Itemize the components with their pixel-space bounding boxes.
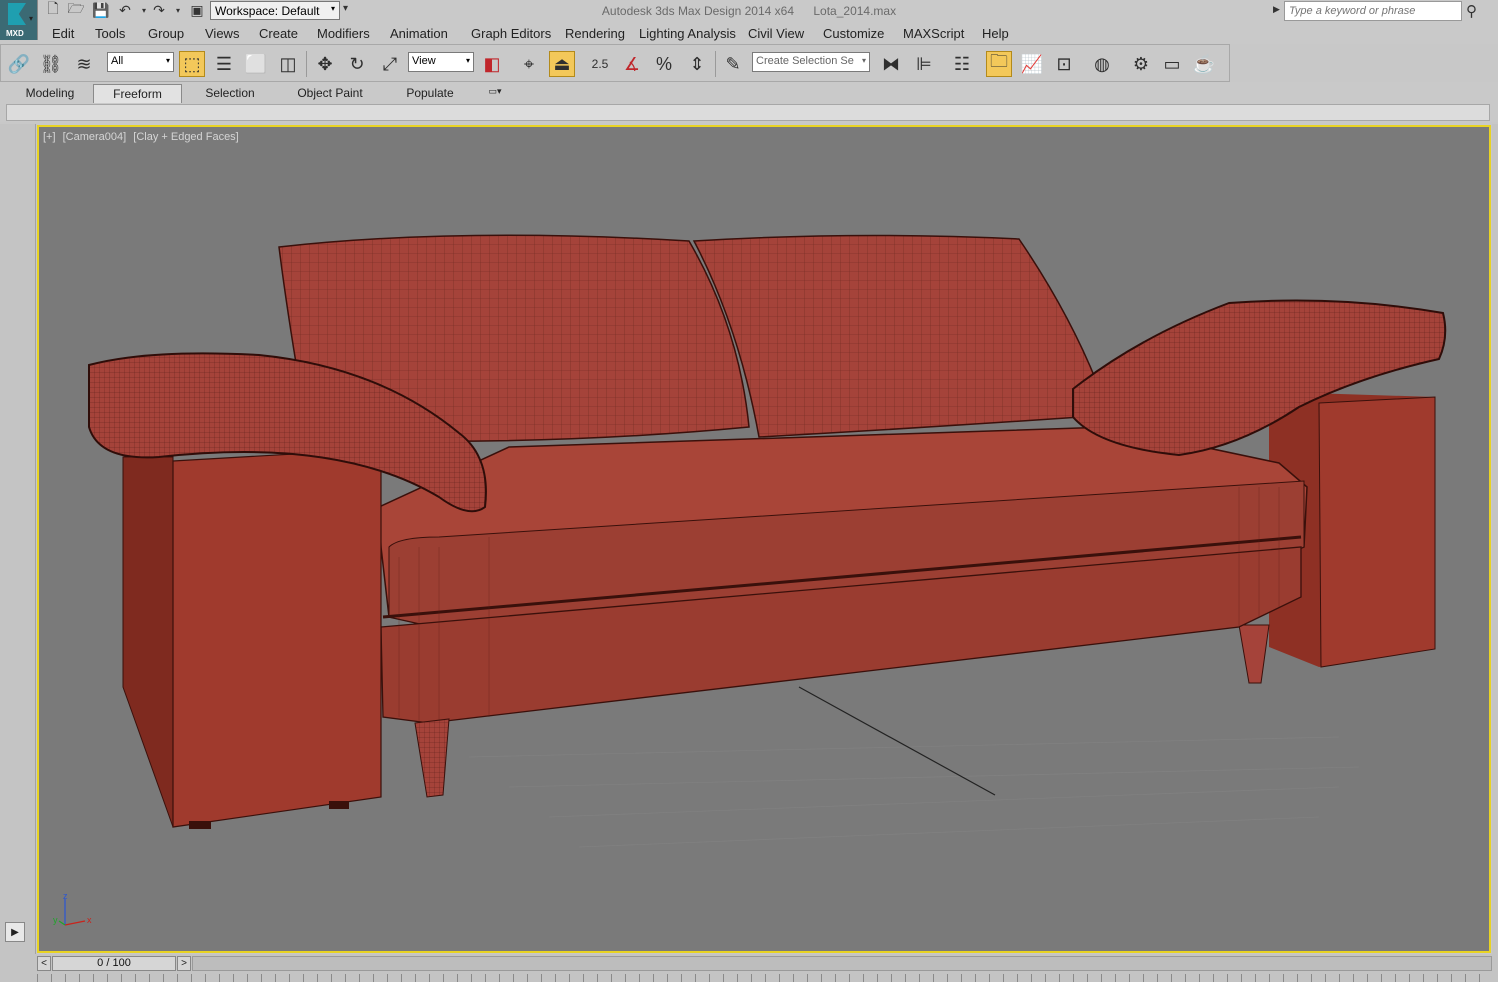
ground-grid [468,736,1360,848]
ribbon-tab-bar: Modeling Freeform Selection Object Paint… [0,82,1498,104]
menu-bar: Edit Tools Group Views Create Modifiers … [38,22,1498,44]
chevron-down-icon: ▾ [465,56,470,65]
menu-maxscript[interactable]: MAXScript [903,26,964,41]
edit-named-selection-icon[interactable]: ✎ [720,51,746,77]
pivot-center-icon[interactable]: ◧ [479,51,505,77]
angle-snap-icon[interactable]: ∡ [619,51,645,77]
time-slider-bar: < 0 / 100 > [0,954,1498,972]
track-ruler [37,974,1492,982]
menu-civil-view[interactable]: Civil View [748,26,804,41]
select-object-icon[interactable]: ⬚ [179,51,205,77]
menu-lighting-analysis[interactable]: Lighting Analysis [639,26,736,41]
menu-tools[interactable]: Tools [95,26,125,41]
viewport-scene: z x y [53,234,1447,926]
axis-y-label: y [53,915,58,925]
viewport-shading-label[interactable]: [Clay + Edged Faces] [133,131,238,143]
time-next-button[interactable]: > [177,956,191,971]
viewport-right-strip [1492,124,1498,954]
file-name: Lota_2014.max [813,4,897,18]
toolbar-divider [306,51,307,77]
percent-snap-icon[interactable]: % [651,51,677,77]
menu-group[interactable]: Group [148,26,184,41]
viewport-label[interactable]: [+] [Camera004] [Clay + Edged Faces] [43,131,243,143]
menu-rendering[interactable]: Rendering [565,26,625,41]
reference-coordinate-value: View [412,55,436,67]
seat-cushion [378,426,1308,724]
caret-right-icon[interactable]: ▶ [1273,4,1280,15]
material-editor-icon[interactable]: ◍ [1089,51,1115,77]
render-setup-icon[interactable]: ⚙ [1128,51,1154,77]
named-selection-placeholder: Create Selection Se [756,55,854,67]
app-logo-text: MXD [6,29,24,38]
manipulate-icon[interactable]: ⌖ [516,51,542,77]
scene-explorer-icon[interactable]: 🗀 [986,51,1012,77]
snap-value: 2.5 [591,57,609,71]
menu-customize[interactable]: Customize [823,26,884,41]
menu-animation[interactable]: Animation [390,26,448,41]
axis-z-label: z [63,891,68,901]
curve-editor-icon[interactable]: 📈 [1019,51,1045,77]
chevron-down-icon: ▾ [165,56,170,65]
search-input[interactable] [1284,1,1462,21]
spinner-snap-icon[interactable]: ⇕ [684,51,710,77]
rendered-frame-window-icon[interactable]: ▭ [1159,51,1185,77]
schematic-view-icon[interactable]: ⊡ [1051,51,1077,77]
selection-filter-dropdown[interactable]: All ▾ [107,52,174,72]
ribbon-panel [6,104,1490,121]
ribbon-panel-strip [0,104,1498,122]
play-expand-icon[interactable]: ▶ [5,922,25,942]
select-and-rotate-icon[interactable]: ↻ [344,51,370,77]
tab-freeform[interactable]: Freeform [93,84,182,103]
snaps-toggle-icon[interactable]: 2.5 [587,51,613,77]
time-slider-track[interactable] [192,956,1492,971]
time-slider-thumb[interactable]: 0 / 100 [52,956,176,971]
reference-coordinate-dropdown[interactable]: View ▾ [408,52,474,72]
mirror-icon[interactable]: ⧓ [878,51,904,77]
selection-filter-value: All [111,55,124,67]
camera-viewport[interactable]: z x y [+] [Camera004] [Clay + Edged Face… [37,125,1491,953]
align-icon[interactable]: ⊫ [911,51,937,77]
bind-to-space-warp-icon[interactable]: ≋ [71,51,97,77]
viewport-camera-label[interactable]: [Camera004] [63,131,127,143]
tab-populate[interactable]: Populate [392,84,468,103]
track-bar[interactable] [0,972,1498,982]
select-and-scale-icon[interactable]: ⤢ [377,51,403,77]
back-cushion-right [692,234,1111,438]
menu-views[interactable]: Views [205,26,239,41]
tab-modeling[interactable]: Modeling [10,84,90,103]
menu-modifiers[interactable]: Modifiers [317,26,370,41]
app-title: Autodesk 3ds Max Design 2014 x64 [601,4,795,18]
named-selection-set-dropdown[interactable]: Create Selection Se ▾ [752,52,870,72]
main-toolbar: 🔗 ⛓ ≋ All ▾ ⬚ ☰ ⬜ ◫ ✥ ↻ ⤢ View ▾ ◧ ⌖ ⏏ 2… [0,44,1230,82]
menu-create[interactable]: Create [259,26,298,41]
render-production-icon[interactable]: ☕ [1191,51,1217,77]
axis-x-label: x [87,915,92,925]
keyboard-shortcut-override-icon[interactable]: ⏏ [549,51,575,77]
world-axis-line [798,686,996,796]
left-armrest [122,448,382,829]
ribbon-options-icon[interactable]: ▭▾ [480,84,510,103]
layer-manager-icon[interactable]: ☷ [949,51,975,77]
window-crossing-icon[interactable]: ◫ [275,51,301,77]
title-bar: MXD ▾ 🗋 🗁 💾 ↶ ▾ ↷ ▾ ▣ Workspace: Default… [0,0,1498,40]
binoculars-icon[interactable]: ⚲ [1466,2,1477,20]
viewport-left-strip: ▶ [0,124,36,954]
menu-graph-editors[interactable]: Graph Editors [471,26,551,41]
viewport-menu-plus[interactable]: [+] [43,131,56,143]
rectangular-selection-icon[interactable]: ⬜ [243,51,269,77]
select-and-link-icon[interactable]: 🔗 [6,51,32,77]
tab-selection[interactable]: Selection [190,84,270,103]
select-by-name-icon[interactable]: ☰ [211,51,237,77]
time-prev-button[interactable]: < [37,956,51,971]
chevron-down-icon: ▾ [861,56,866,65]
select-and-move-icon[interactable]: ✥ [312,51,338,77]
tab-object-paint[interactable]: Object Paint [285,84,375,103]
menu-help[interactable]: Help [982,26,1009,41]
axis-tripod-icon: z x y [53,891,92,926]
toolbar-divider [715,51,716,77]
menu-edit[interactable]: Edit [52,26,74,41]
unlink-selection-icon[interactable]: ⛓ [38,51,64,77]
